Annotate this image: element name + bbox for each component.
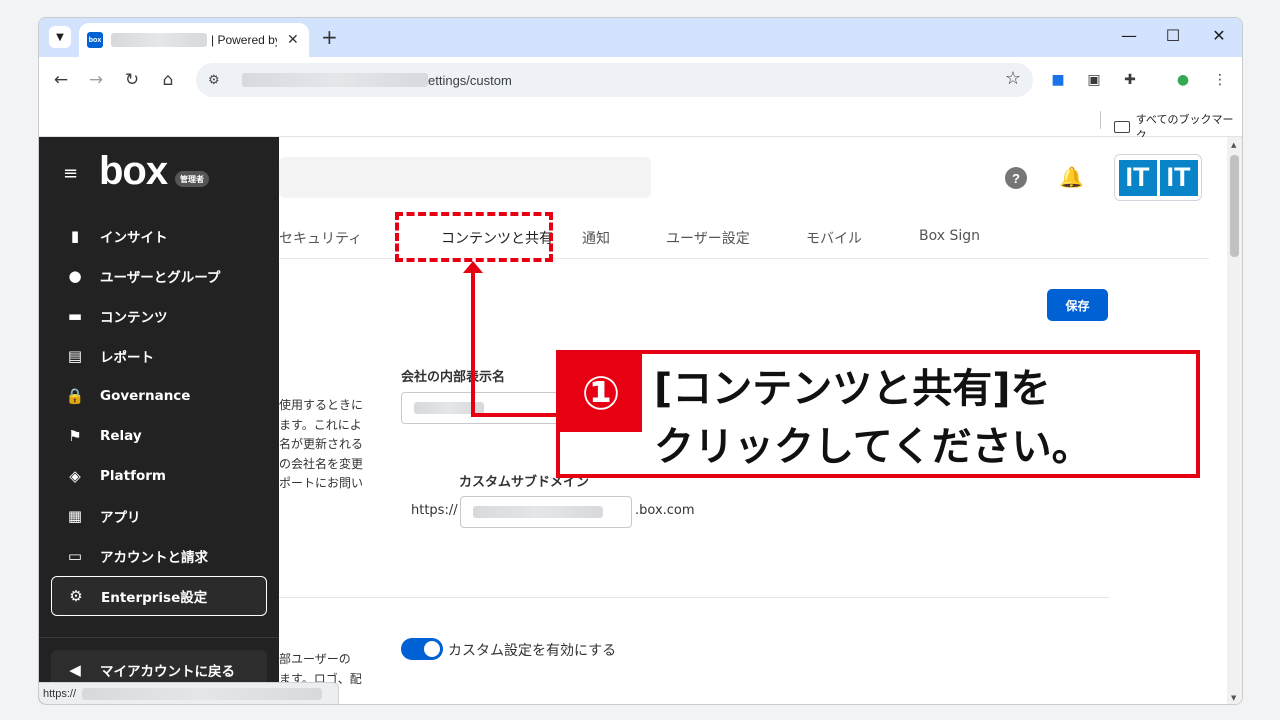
site-settings-icon[interactable]: ⚙ <box>208 73 228 88</box>
scroll-thumb[interactable] <box>1230 155 1239 257</box>
forward-arrow-icon[interactable]: → <box>83 67 109 93</box>
tab-title-redacted <box>111 33 207 47</box>
tab-title: | Powered by <box>211 33 277 47</box>
tab-security[interactable]: セキュリティ <box>279 228 362 248</box>
folder-icon: ▬ <box>67 307 83 325</box>
relay-icon: ⚑ <box>68 427 82 445</box>
subdomain-suffix: .box.com <box>635 503 695 518</box>
maximize-icon[interactable]: ☐ <box>1161 26 1185 45</box>
avatar-text-2: IT <box>1159 159 1198 196</box>
sidebar-item-enterprise-settings[interactable]: ⚙ Enterprise設定 <box>51 576 267 616</box>
lock-icon: 🔒 <box>65 387 85 405</box>
sidebar-item-platform[interactable]: ◈ Platform <box>51 456 267 496</box>
platform-icon: ◈ <box>69 467 81 485</box>
subdomain-value-redacted <box>473 506 603 518</box>
report-icon: ▤ <box>67 347 83 365</box>
scroll-down-arrow-icon[interactable]: ▼ <box>1231 694 1236 702</box>
annotation-highlight-box <box>395 212 553 262</box>
sidebar-divider <box>39 637 279 638</box>
bookmark-star-icon[interactable]: ☆ <box>1005 68 1021 89</box>
title-bar: ▼ box | Powered by ✕ + — ☐ ✕ <box>39 18 1242 57</box>
box-logo[interactable]: box <box>99 149 168 194</box>
page-scrollbar[interactable]: ▲ ▼ <box>1227 137 1242 704</box>
sidebar-item-apps[interactable]: ▦ アプリ <box>51 496 267 536</box>
apps-grid-icon: ▦ <box>67 507 83 525</box>
reload-icon[interactable]: ↻ <box>119 67 145 93</box>
bar-chart-icon: ▮ <box>70 227 80 245</box>
sidebar-item-reports[interactable]: ▤ レポート <box>51 336 267 376</box>
status-bar-url: https:// <box>39 682 339 704</box>
toggle-knob <box>424 641 440 657</box>
sidebar-item-governance[interactable]: 🔒 Governance <box>51 376 267 416</box>
box-favicon-icon: box <box>87 32 103 48</box>
tab-search-button[interactable]: ▼ <box>49 26 71 48</box>
admin-sidebar: ≡ box 管理者 ▮ インサイト ● ユーザーとグループ ▬ コンテンツ ▤ … <box>39 137 279 704</box>
tab-user-settings[interactable]: ユーザー設定 <box>666 228 750 248</box>
address-bar[interactable]: ⚙ ettings/custom ☆ <box>196 63 1033 97</box>
subdomain-prefix: https:// <box>411 503 458 518</box>
annotation-callout: ① [コンテンツと共有]を クリックしてください。 <box>556 350 1200 478</box>
help-icon[interactable]: ? <box>1005 167 1027 189</box>
avatar-text-1: IT <box>1118 159 1157 196</box>
tab-notifications[interactable]: 通知 <box>582 228 610 248</box>
browser-tab[interactable]: box | Powered by ✕ <box>79 23 309 57</box>
close-tab-icon[interactable]: ✕ <box>287 32 299 48</box>
sidebar-item-account-billing[interactable]: ▭ アカウントと請求 <box>51 536 267 576</box>
annotation-instruction: [コンテンツと共有]を クリックしてください。 <box>654 366 1092 470</box>
admin-badge: 管理者 <box>175 171 209 187</box>
company-name-description: 使用するときに ます。これによ 名が更新される の会社名を変更 ポートにお問い <box>279 398 364 490</box>
custom-setting-label: カスタム設定を有効にする <box>448 643 617 659</box>
chevron-down-icon: ▼ <box>56 31 64 43</box>
status-url-redacted <box>82 688 323 700</box>
bookmarks-bar: すべてのブックマーク <box>39 103 1242 142</box>
tab-box-sign[interactable]: Box Sign <box>919 228 980 244</box>
url-redacted <box>242 73 428 87</box>
extension-chat-icon[interactable]: ▣ <box>1083 69 1105 91</box>
back-arrow-icon[interactable]: ← <box>48 67 74 93</box>
sidebar-item-content[interactable]: ▬ コンテンツ <box>51 296 267 336</box>
hamburger-menu-icon[interactable]: ≡ <box>63 163 78 184</box>
annotation-arrow-line <box>471 269 475 417</box>
bell-icon[interactable]: 🔔 <box>1059 165 1084 189</box>
company-name-label: 会社の内部表示名 <box>401 370 506 385</box>
close-window-icon[interactable]: ✕ <box>1207 26 1231 45</box>
annotation-connector-line <box>471 413 561 417</box>
bookmarks-separator <box>1100 111 1101 129</box>
box-admin-page: ? 🔔 IT IT セキュリティ コンテンツと共有 通知 ユーザー設定 モバイル… <box>39 137 1227 704</box>
profile-avatar-icon[interactable]: ● <box>1172 69 1194 91</box>
annotation-step-number: ① <box>560 354 642 432</box>
sidebar-item-insights[interactable]: ▮ インサイト <box>51 216 267 256</box>
minimize-icon[interactable]: — <box>1117 26 1141 45</box>
search-input[interactable] <box>279 157 651 198</box>
gear-icon: ⚙ <box>69 587 83 605</box>
sidebar-item-relay[interactable]: ⚑ Relay <box>51 416 267 456</box>
save-button[interactable]: 保存 <box>1047 289 1108 321</box>
subdomain-input[interactable] <box>460 496 632 528</box>
credit-card-icon: ▭ <box>67 547 83 565</box>
browser-window: ▼ box | Powered by ✕ + — ☐ ✕ ← → ↻ ⌂ ⚙ e… <box>38 17 1243 705</box>
scroll-up-arrow-icon[interactable]: ▲ <box>1231 141 1236 149</box>
extensions-puzzle-icon[interactable]: ✚ <box>1119 69 1141 91</box>
user-circle-icon: ● <box>68 267 82 285</box>
browser-toolbar: ← → ↻ ⌂ ⚙ ettings/custom ☆ ■ ▣ ✚ ● ⋮ <box>39 57 1242 103</box>
home-icon[interactable]: ⌂ <box>155 67 181 93</box>
new-tab-button[interactable]: + <box>321 26 338 48</box>
avatar[interactable]: IT IT <box>1114 154 1202 201</box>
section-divider <box>279 597 1109 598</box>
menu-kebab-icon[interactable]: ⋮ <box>1209 69 1231 91</box>
custom-setting-toggle[interactable] <box>401 638 443 660</box>
folder-icon <box>1114 121 1130 133</box>
chevron-left-circle-icon: ◀ <box>69 661 81 679</box>
url-text: ettings/custom <box>428 72 512 88</box>
sidebar-item-users-groups[interactable]: ● ユーザーとグループ <box>51 256 267 296</box>
tab-mobile[interactable]: モバイル <box>806 228 862 248</box>
extension-google-icon[interactable]: ■ <box>1047 69 1069 91</box>
